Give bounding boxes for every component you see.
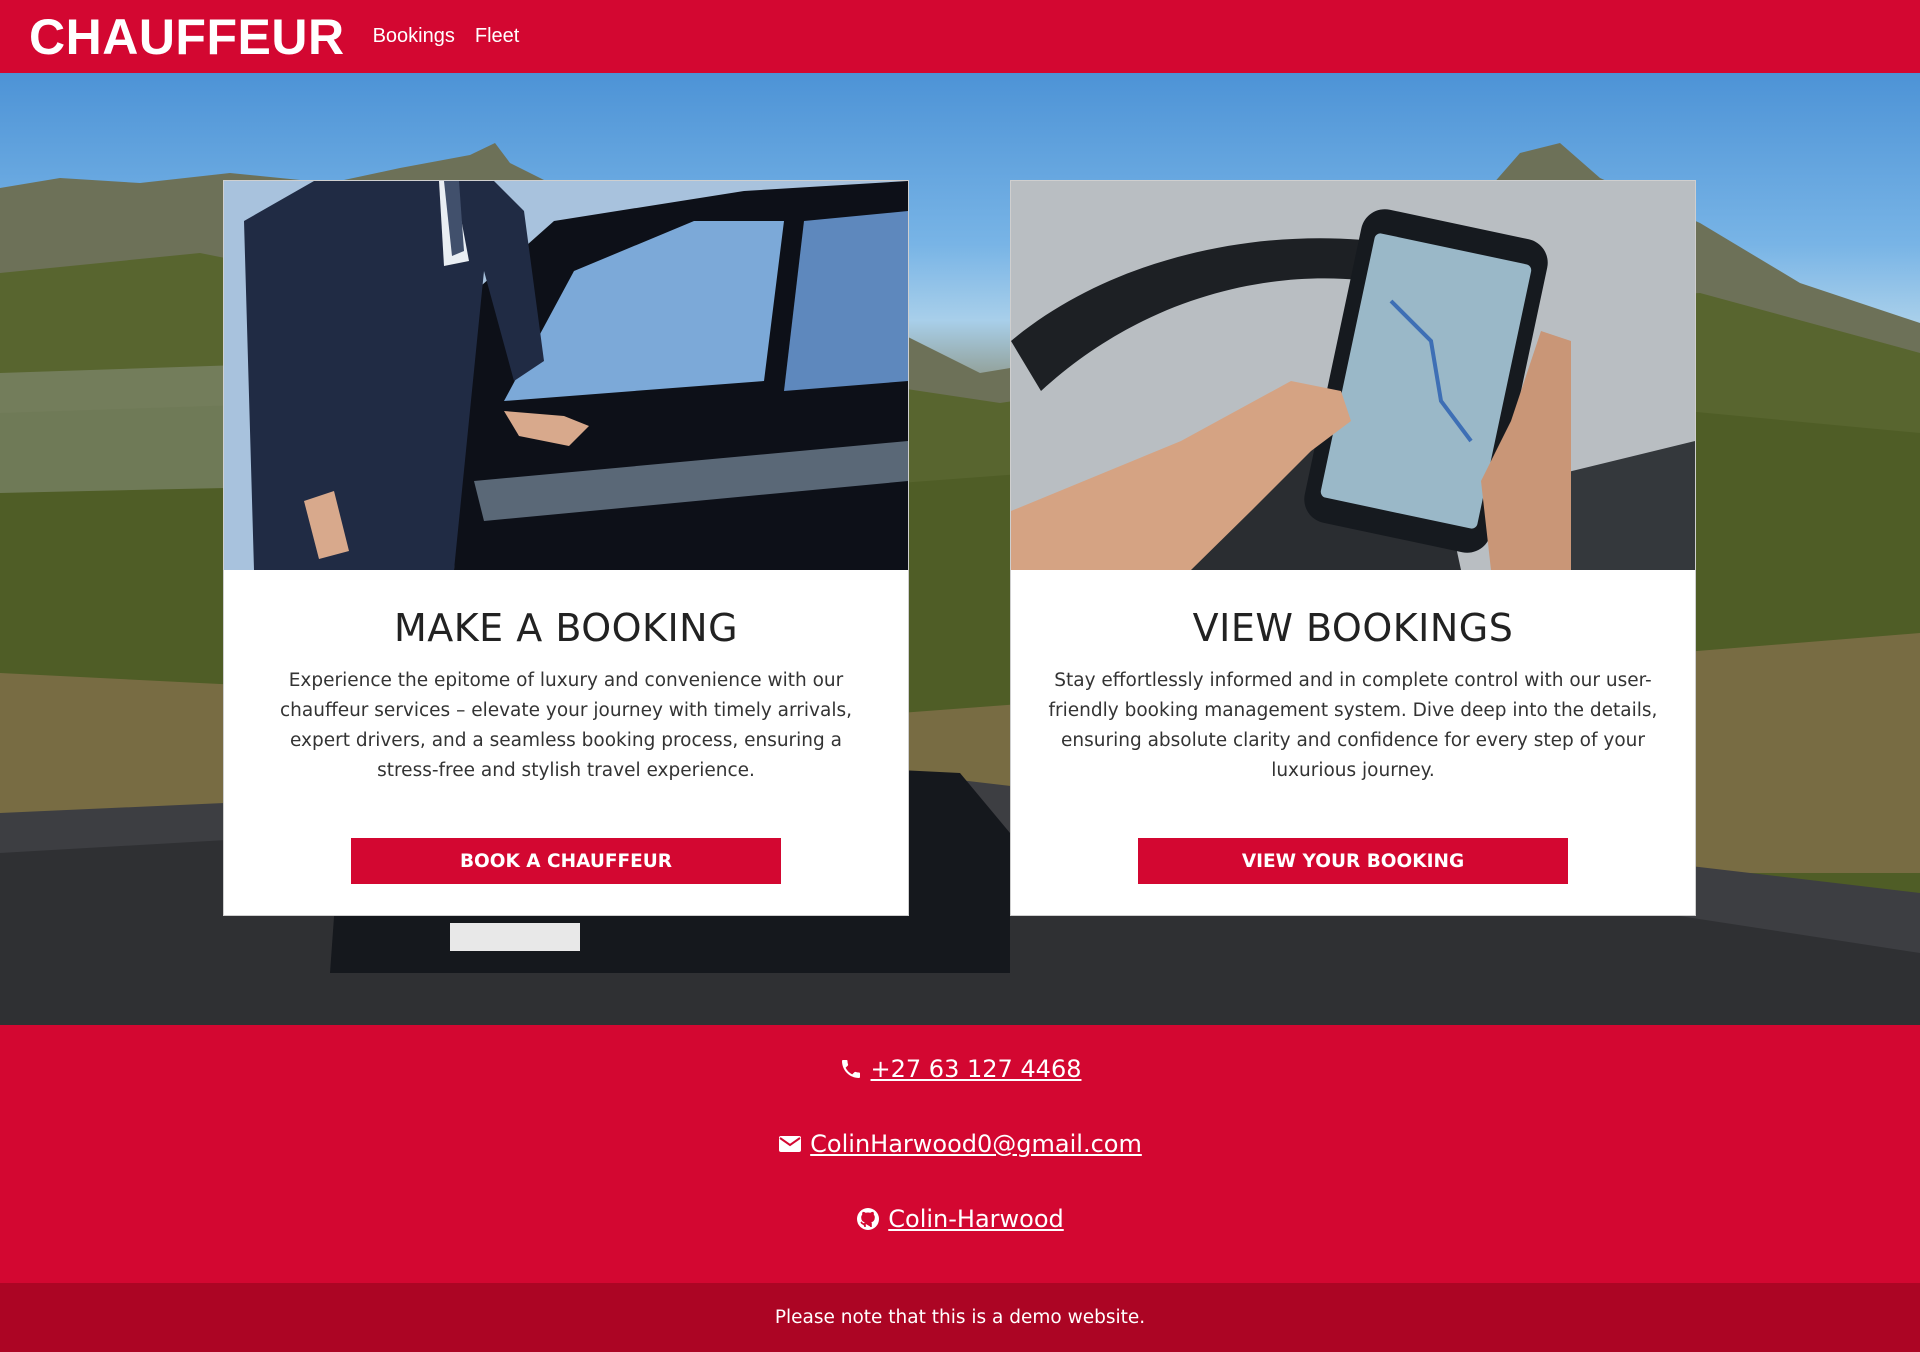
view-bookings-card-text: Stay effortlessly informed and in comple… [1048,670,1658,781]
phone-map-in-car-photo [1011,181,1695,570]
chauffeur-opening-car-door-photo [224,181,908,570]
nav-link-bookings[interactable]: Bookings [373,25,455,48]
github-username: Colin-Harwood [888,1205,1064,1233]
phone-icon [841,1060,860,1078]
footer: Please note that this is a demo website. [0,1283,1920,1352]
view-bookings-card: VIEW BOOKINGS Stay effortlessly informed… [1010,180,1696,916]
email-link[interactable]: ColinHarwood0@gmail.com [0,1130,1920,1158]
github-icon [857,1208,880,1230]
navbar: CHAUFFEUR Bookings Fleet [0,0,1920,73]
brand-logo[interactable]: CHAUFFEUR [29,12,345,62]
view-bookings-card-body: VIEW BOOKINGS Stay effortlessly informed… [1011,606,1695,884]
nav-links: Bookings Fleet [373,25,540,48]
demo-notice: Please note that this is a demo website. [774,1307,1146,1328]
envelope-icon [779,1136,802,1152]
booking-card-title: MAKE A BOOKING [393,606,739,650]
nav-link-fleet[interactable]: Fleet [475,25,519,48]
hero-section: MAKE A BOOKING Experience the epitome of… [0,73,1920,1025]
email-address: ColinHarwood0@gmail.com [810,1130,1142,1158]
book-chauffeur-button[interactable]: BOOK A CHAUFFEUR [351,838,781,884]
phone-link[interactable]: +27 63 127 4468 [0,1055,1920,1083]
phone-number: +27 63 127 4468 [870,1055,1082,1083]
view-bookings-card-title: VIEW BOOKINGS [1192,606,1514,650]
booking-card-text: Experience the epitome of luxury and con… [279,670,852,781]
view-booking-button[interactable]: VIEW YOUR BOOKING [1138,838,1568,884]
contact-section: +27 63 127 4468 ColinHarwood0@gmail.com … [0,1025,1920,1283]
booking-card: MAKE A BOOKING Experience the epitome of… [223,180,909,916]
github-link[interactable]: Colin-Harwood [0,1205,1920,1233]
booking-card-body: MAKE A BOOKING Experience the epitome of… [224,606,908,884]
